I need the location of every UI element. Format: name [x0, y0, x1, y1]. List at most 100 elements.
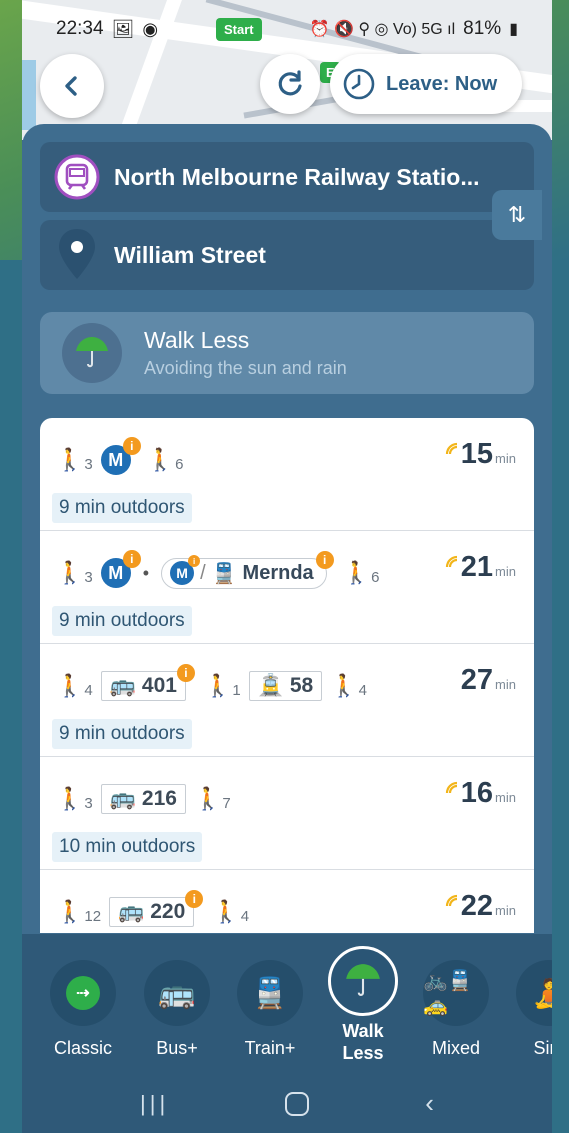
destination-label: William Street	[114, 241, 266, 268]
origin-field[interactable]: North Melbourne Railway Statio...	[40, 142, 534, 212]
walking-person-icon: 🚶	[212, 899, 240, 924]
walk-segment: 🚶 3	[56, 447, 93, 473]
realtime-icon	[445, 781, 457, 794]
train-destination: Mernda	[242, 561, 314, 584]
leave-time-button[interactable]: Leave: Now	[330, 54, 522, 114]
status-time: 22:34	[56, 18, 104, 39]
bus-icon: 🚌	[118, 900, 145, 923]
route-duration: 22 min	[445, 890, 516, 923]
mixed-transport-icon: 🚲🚆🚕	[423, 970, 473, 1017]
phone-screen: 22:34 🖼 ◉ ⏰ 🔇 ⚲ ◎ Vo) 5G ıl 81% ▮ Start …	[22, 0, 552, 1133]
selected-mode-card[interactable]: Walk Less Avoiding the sun and rain	[40, 312, 534, 394]
walk-segment: 🚶 12	[56, 899, 102, 925]
bus-route-badge: 🚌 220 i	[109, 890, 204, 927]
destination-field[interactable]: William Street	[40, 220, 534, 290]
walking-person-icon: 🚶	[203, 673, 232, 698]
bus-route-badge: 🚌 216	[100, 784, 186, 814]
route-option[interactable]: 🚶 3 🚌 216 🚶 7 16 min 10 min outdoors	[40, 757, 534, 870]
realtime-icon	[445, 894, 457, 907]
location-pin-icon	[59, 229, 95, 279]
outdoors-badge: 9 min outdoors	[52, 606, 192, 636]
walking-person-icon: 🚶	[56, 899, 84, 924]
origin-label: North Melbourne Railway Statio...	[114, 163, 480, 190]
umbrella-icon	[346, 964, 380, 996]
bus-number: 216	[141, 787, 177, 810]
bus-icon: 🚌	[109, 674, 136, 697]
route-option[interactable]: 🚶 3 Mi 🚶 6 15 min 9 min outdoors	[40, 418, 534, 531]
outdoors-badge: 10 min outdoors	[52, 832, 203, 862]
home-icon[interactable]	[285, 1091, 310, 1116]
gallery-icon: 🖼	[111, 18, 135, 39]
status-indicators: ⏰ 🔇 ⚲ ◎ Vo) 5G ıl	[309, 21, 456, 38]
bus-number: 220	[150, 900, 186, 923]
app-notification-icon: ◉	[142, 18, 159, 39]
battery-icon: ▮	[509, 21, 518, 38]
walk-segment: 🚶 6	[342, 560, 380, 586]
bus-icon: 🚌	[158, 976, 196, 1010]
walking-person-icon: 🚶	[330, 673, 358, 698]
route-option[interactable]: 🚶 3 Mi • Mi / 🚆 Mernda i 🚶 6 21 min 9 mi…	[40, 531, 534, 644]
realtime-icon	[445, 555, 457, 568]
info-icon: i	[122, 550, 141, 568]
mode-sim[interactable]: 🧘 Sim	[504, 960, 552, 1059]
tram-icon: 🚊	[257, 674, 284, 697]
tram-route-badge: 🚊 58	[248, 671, 323, 701]
recent-apps-icon[interactable]: |||	[140, 1091, 169, 1117]
train-station-icon	[54, 154, 100, 200]
route-list[interactable]: 🚶 3 Mi 🚶 6 15 min 9 min outdoors 🚶 3 M i…	[40, 418, 534, 933]
swap-arrows-icon: ⇅	[507, 202, 527, 227]
back-button[interactable]	[40, 54, 104, 118]
walking-person-icon: 🚶	[146, 447, 175, 472]
metro-icon: Mi	[170, 555, 201, 585]
tram-number: 58	[289, 674, 314, 697]
back-nav-icon[interactable]: ‹	[425, 1088, 434, 1119]
walk-segment: 🚶 7	[193, 786, 231, 812]
bus-number: 401	[141, 674, 177, 697]
bus-route-badge: 🚌 401 i	[100, 664, 195, 701]
route-option[interactable]: 🚶 4 🚌 401 i 🚶 1 🚊 58 🚶 4 27 min 9 min ou…	[40, 644, 534, 757]
mode-selector[interactable]: ⇢ Classic 🚌 Bus+ 🚆 Train+ Walk Less 🚲🚆🚕 …	[22, 934, 552, 1074]
metro-icon: Mi	[100, 550, 141, 588]
info-icon: i	[176, 664, 195, 682]
mode-title: Walk Less	[144, 327, 250, 353]
swap-button[interactable]: ⇅	[492, 190, 542, 240]
start-marker[interactable]: Start	[216, 18, 262, 41]
walk-segment: 🚶 4	[330, 673, 367, 699]
walk-segment: 🚶 6	[146, 447, 184, 473]
info-icon: i	[315, 550, 334, 569]
walking-person-icon: 🚶	[56, 673, 84, 698]
mode-train-plus[interactable]: 🚆 Train+	[225, 960, 315, 1059]
chevron-left-icon	[65, 76, 77, 96]
arrow-right-icon: ⇢	[66, 976, 100, 1010]
umbrella-icon	[62, 323, 122, 383]
walking-person-icon: 🚶	[56, 786, 84, 811]
train-icon: 🚆	[251, 976, 289, 1010]
route-duration: 15 min	[445, 438, 516, 471]
route-duration: 16 min	[445, 777, 516, 810]
bus-icon: 🚌	[109, 787, 136, 810]
route-option[interactable]: 🚶 12 🚌 220 i 🚶 4 22 min	[40, 870, 534, 933]
system-nav-bar: ||| ‹	[22, 1074, 552, 1133]
refresh-icon	[278, 70, 302, 96]
mode-walk-less[interactable]: Walk Less	[318, 946, 408, 1064]
realtime-icon	[445, 442, 457, 455]
info-icon: i	[185, 890, 204, 908]
clock-icon	[343, 68, 375, 100]
outdoors-badge: 9 min outdoors	[52, 493, 192, 523]
map-view[interactable]: 22:34 🖼 ◉ ⏰ 🔇 ⚲ ◎ Vo) 5G ıl 81% ▮ Start …	[22, 0, 552, 140]
train-icon: 🚆	[211, 562, 237, 585]
walking-person-icon: 🚶	[342, 560, 371, 585]
mode-classic[interactable]: ⇢ Classic	[38, 960, 128, 1059]
mode-mixed[interactable]: 🚲🚆🚕 Mixed	[411, 960, 501, 1059]
walk-segment: 🚶 3	[56, 560, 93, 586]
walking-person-icon: 🚶	[56, 560, 84, 585]
walking-person-icon: 🚶	[193, 786, 222, 811]
refresh-button[interactable]	[260, 54, 320, 114]
walking-person-icon: 🚶	[56, 447, 84, 472]
info-icon: i	[188, 555, 201, 567]
walk-segment: 🚶 4	[56, 673, 93, 699]
separator-dot: •	[142, 562, 150, 583]
mode-bus-plus[interactable]: 🚌 Bus+	[132, 960, 222, 1059]
outdoors-badge: 9 min outdoors	[52, 719, 192, 749]
route-duration: 21 min	[445, 551, 516, 584]
